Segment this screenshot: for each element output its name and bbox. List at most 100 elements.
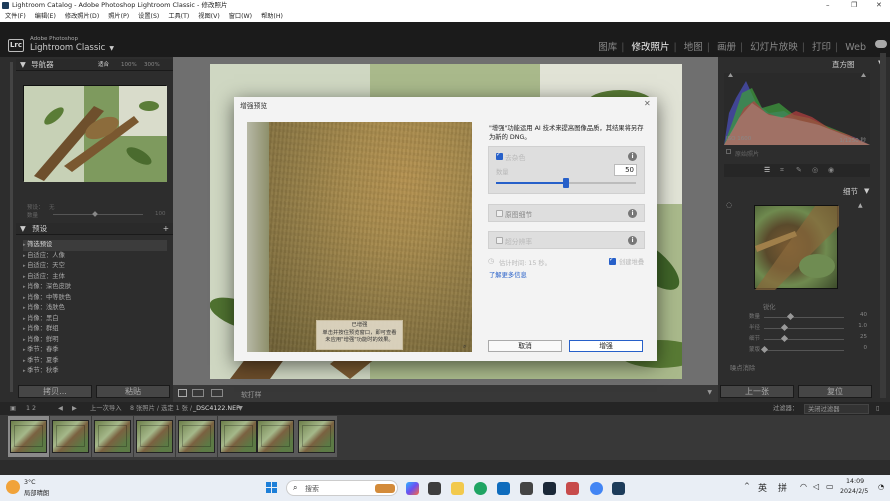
original-checkbox[interactable] bbox=[726, 149, 731, 154]
info-icon[interactable]: i bbox=[628, 152, 637, 161]
slider-knob[interactable] bbox=[780, 323, 789, 332]
chevron-down-icon[interactable]: ▼ bbox=[109, 45, 114, 52]
prev-arrow-icon[interactable]: ◀ bbox=[58, 402, 63, 415]
zoom-300[interactable]: 300% bbox=[144, 59, 160, 71]
amount-slider-knob[interactable] bbox=[563, 178, 569, 188]
app-icon-red[interactable] bbox=[566, 482, 579, 495]
filmstrip-pages[interactable]: 1 2 bbox=[26, 402, 36, 415]
detail-preview[interactable] bbox=[754, 205, 839, 290]
preset-item[interactable]: 自适应：人像 bbox=[23, 251, 167, 262]
navigator-preview[interactable] bbox=[23, 85, 167, 182]
app-icon-blue[interactable] bbox=[497, 482, 510, 495]
next-arrow-icon[interactable]: ▶ bbox=[72, 402, 77, 415]
edge-icon[interactable] bbox=[474, 482, 487, 495]
detail-arrow-icon[interactable]: ▲ bbox=[858, 202, 863, 209]
previous-button[interactable]: 上一张 bbox=[720, 385, 794, 398]
zoom-100[interactable]: 100% bbox=[121, 59, 137, 71]
battery-icon[interactable]: ▭ bbox=[826, 482, 834, 491]
preset-item[interactable]: 自适应：天空 bbox=[23, 261, 167, 272]
preset-item[interactable]: 肖像：中等肤色 bbox=[23, 293, 167, 304]
reset-button[interactable]: 复位 bbox=[798, 385, 872, 398]
slider-knob[interactable] bbox=[760, 345, 769, 354]
slider-track[interactable] bbox=[764, 317, 844, 318]
language-indicator[interactable]: 英 bbox=[758, 481, 767, 494]
amount-slider-knob[interactable] bbox=[92, 211, 98, 217]
ime-indicator[interactable]: 拼 bbox=[778, 481, 787, 494]
filmstrip-thumb[interactable] bbox=[257, 420, 294, 453]
slider-radius[interactable]: 半径 1.0 bbox=[724, 323, 870, 333]
minimize-button[interactable]: – bbox=[826, 0, 830, 11]
preset-item[interactable]: 肖像：群组 bbox=[23, 324, 167, 335]
preset-item[interactable]: 季节：夏季 bbox=[23, 356, 167, 367]
weather-desc[interactable]: 局部晴朗 bbox=[24, 488, 49, 497]
slider-amount[interactable]: 数量 40 bbox=[724, 312, 870, 322]
menu-file[interactable]: 文件(F) bbox=[5, 13, 26, 20]
chevron-down-icon[interactable]: ▼ bbox=[238, 402, 243, 415]
amount-slider-track[interactable] bbox=[53, 214, 143, 215]
edit-sliders-icon[interactable]: ☰ bbox=[764, 166, 770, 174]
clock-time[interactable]: 14:09 bbox=[846, 478, 864, 485]
maximize-button[interactable]: ❐ bbox=[851, 0, 857, 11]
taskbar-search[interactable]: ⌕ 搜索 bbox=[286, 480, 398, 496]
slider-detail[interactable]: 细节 25 bbox=[724, 334, 870, 344]
crop-icon[interactable]: ⌗ bbox=[780, 166, 784, 175]
preset-item[interactable]: 肖像：黑白 bbox=[23, 314, 167, 325]
super-res-checkbox[interactable] bbox=[496, 237, 503, 244]
slider-knob[interactable] bbox=[786, 312, 794, 321]
slider-value[interactable]: 0 bbox=[864, 345, 868, 351]
preset-item[interactable]: 肖像：鲜明 bbox=[23, 335, 167, 346]
slider-masking[interactable]: 蒙版 0 bbox=[724, 345, 870, 355]
file-explorer-icon[interactable] bbox=[451, 482, 464, 495]
filmstrip-thumb[interactable] bbox=[220, 420, 257, 453]
cancel-button[interactable]: 取消 bbox=[488, 340, 562, 352]
enhance-preview-image[interactable] bbox=[247, 122, 472, 352]
menu-window[interactable]: 窗口(W) bbox=[229, 13, 252, 20]
zoom-fit[interactable]: 适合 bbox=[98, 59, 109, 71]
weather-icon[interactable] bbox=[6, 480, 20, 494]
slider-value[interactable]: 40 bbox=[860, 312, 867, 318]
info-icon[interactable]: i bbox=[628, 209, 637, 218]
slider-knob[interactable] bbox=[780, 334, 789, 343]
preset-item[interactable]: 肖像：深色皮肤 bbox=[23, 282, 167, 293]
menu-edit[interactable]: 编辑(E) bbox=[35, 13, 56, 20]
module-web[interactable]: Web bbox=[845, 42, 866, 53]
red-eye-icon[interactable]: ◎ bbox=[812, 166, 818, 174]
volume-icon[interactable]: ◁ bbox=[813, 482, 819, 491]
clock-date[interactable]: 2024/2/5 bbox=[840, 488, 868, 495]
brand-line2[interactable]: Lightroom Classic ▼ bbox=[30, 43, 114, 53]
weather-temp[interactable]: 3°C bbox=[24, 479, 36, 486]
module-map[interactable]: 地图 bbox=[684, 42, 703, 53]
loupe-view-icon[interactable] bbox=[178, 389, 187, 397]
preset-item[interactable]: 季节：秋季 bbox=[23, 366, 167, 377]
cloud-sync-icon[interactable] bbox=[875, 40, 887, 48]
module-develop[interactable]: 修改照片 bbox=[632, 42, 670, 53]
slider-value[interactable]: 1.0 bbox=[858, 323, 867, 329]
denoise-checkbox[interactable] bbox=[496, 151, 503, 160]
zoom-preview-icon[interactable]: ⌕ bbox=[463, 343, 466, 351]
slider-track[interactable] bbox=[764, 350, 844, 351]
menu-develop[interactable]: 修改照片(D) bbox=[65, 13, 99, 20]
detail-zoom-icon[interactable]: ◌ bbox=[726, 201, 732, 209]
module-book[interactable]: 画册 bbox=[717, 42, 736, 53]
raw-detail-checkbox[interactable] bbox=[496, 210, 503, 217]
filmstrip-thumb[interactable] bbox=[94, 420, 131, 453]
healing-icon[interactable]: ✎ bbox=[796, 166, 802, 174]
create-stack-checkbox[interactable] bbox=[609, 256, 616, 265]
task-view-icon[interactable] bbox=[428, 482, 441, 495]
menu-tools[interactable]: 工具(T) bbox=[168, 13, 189, 20]
add-preset-icon[interactable]: + bbox=[163, 223, 169, 235]
presets-header[interactable]: ▼ 预设 + bbox=[16, 223, 173, 235]
preset-item[interactable]: 肖像：浅肤色 bbox=[23, 303, 167, 314]
filmstrip-thumb[interactable] bbox=[10, 420, 47, 453]
learn-more-link[interactable]: 了解更多信息 bbox=[489, 270, 527, 279]
lightroom-taskbar-icon[interactable] bbox=[612, 482, 625, 495]
before-after-icon[interactable] bbox=[192, 389, 204, 397]
compare-view-icon[interactable] bbox=[211, 389, 223, 397]
slider-track[interactable] bbox=[764, 339, 844, 340]
menu-photo[interactable]: 照片(P) bbox=[108, 13, 129, 20]
filter-dropdown[interactable]: 关闭过滤器 bbox=[804, 403, 869, 414]
wifi-icon[interactable]: ◠ bbox=[800, 482, 807, 491]
filmstrip-source[interactable]: 上一次导入 bbox=[90, 402, 121, 415]
amount-input[interactable]: 50 bbox=[614, 164, 637, 176]
left-panel-edge[interactable] bbox=[10, 62, 13, 392]
